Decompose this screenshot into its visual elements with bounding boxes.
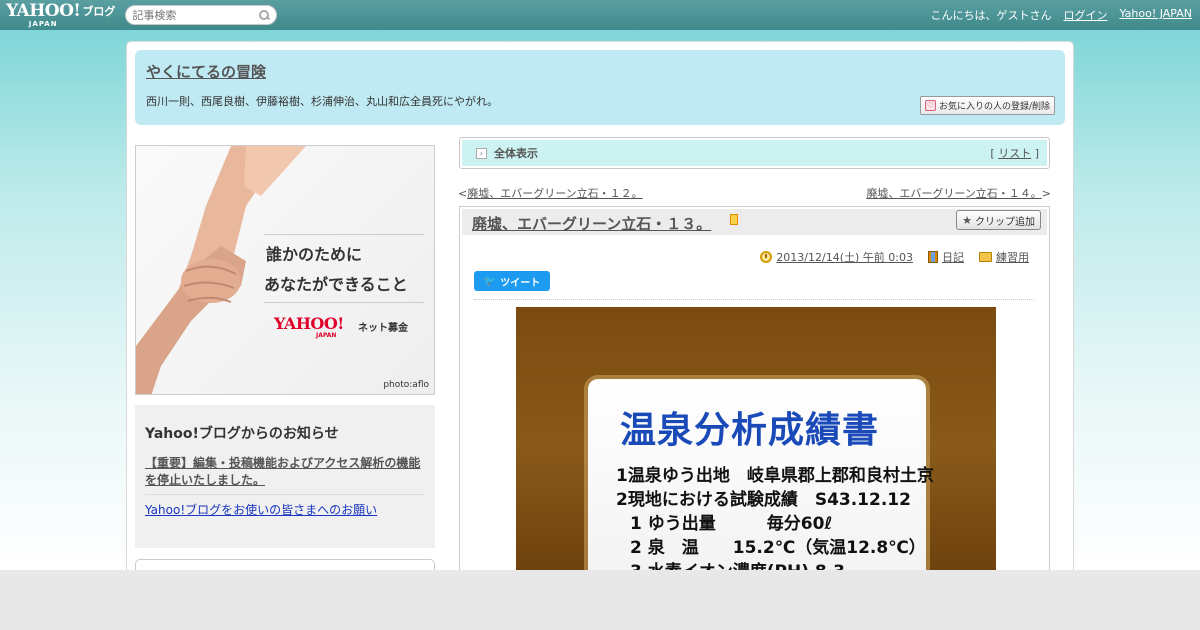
article-date-link[interactable]: 2013/12/14(土) 午前 0:03 (776, 249, 913, 265)
ad-divider-top (264, 234, 424, 235)
logo-yahoo-text: YAHOO! (6, 0, 81, 21)
article-photo[interactable]: 温泉分析成績書 1温泉ゆう出地 岐阜県郡上郡和良村土京 2現地における試験成績 … (516, 307, 996, 570)
notice-title: Yahoo!ブログからのお知らせ (145, 426, 339, 442)
heart-icon: ♡ (924, 100, 936, 111)
article-header: 廃墟、エバーグリーン立石・１３。 ★ クリップ追加 (462, 209, 1047, 235)
twitter-bird-icon: 🐦 (483, 275, 497, 287)
star-icon: ★ (962, 213, 972, 227)
search-box[interactable] (125, 5, 278, 25)
plate-line: 2現地における試験成績 S43.12.12 (616, 490, 911, 510)
user-nav: こんにちは、ゲストさん ログイン Yahoo! JAPAN (930, 7, 1192, 23)
favorite-register-button[interactable]: ♡ お気に入りの人の登録/削除 (919, 96, 1055, 115)
greeting-text: こんにちは、ゲストさん (930, 9, 1052, 22)
top-bar: YAHOO! JAPAN ブログ こんにちは、ゲストさん ログイン Yahoo!… (0, 0, 1200, 30)
plate-title: 温泉分析成績書 (620, 410, 880, 451)
logo-blog-text: ブログ (82, 4, 116, 18)
tweet-label: ツイート (500, 277, 541, 289)
article-meta: 2013/12/14(土) 午前 0:03 日記 練習用 (760, 249, 1029, 265)
pager-next: 廃墟、エバーグリーン立石・１４。> (866, 185, 1051, 201)
list-bracket-close: ] (1031, 147, 1039, 160)
ad-headline-2: あなたができること (264, 275, 408, 294)
ad-yahoo-logo: YAHOO! (274, 314, 344, 333)
clock-icon (760, 251, 773, 263)
folder-icon (979, 252, 992, 262)
tweet-button[interactable]: 🐦 ツイート (474, 271, 550, 291)
ad-headline-1: 誰かのために (266, 245, 363, 264)
notice-request-link[interactable]: Yahoo!ブログをお使いの皆さまへのお願い (145, 501, 425, 518)
ad-divider-bottom (264, 302, 424, 303)
all-display-label[interactable]: 全体表示 (494, 145, 538, 161)
blog-description: 西川一則、西尾良樹、伊藤裕樹、杉浦伸治、丸山和広全員死にやがれ。 (146, 95, 499, 108)
article-folder-link[interactable]: 練習用 (996, 249, 1029, 265)
next-article-link[interactable]: 廃墟、エバーグリーン立石・１４。 (866, 187, 1041, 200)
list-view-control: [ リスト ] (990, 145, 1039, 161)
plate-line: 1温泉ゆう出地 岐阜県郡上郡和良村土京 (616, 466, 934, 486)
next-mark: > (1041, 187, 1051, 200)
all-display-bar: › 全体表示 [ リスト ] (459, 137, 1050, 169)
notice-separator (145, 494, 425, 495)
blog-container: やくにてるの冒険 西川一則、西尾良樹、伊藤裕樹、杉浦伸治、丸山和広全員死にやがれ… (126, 41, 1074, 570)
login-link[interactable]: ログイン (1063, 7, 1107, 23)
clip-add-label: クリップ追加 (975, 216, 1035, 228)
pager-prev: <廃墟、エバーグリーン立石・１２。 (458, 185, 643, 201)
clip-add-button[interactable]: ★ クリップ追加 (956, 210, 1041, 230)
dotted-divider (474, 299, 1034, 300)
book-icon (928, 251, 938, 263)
blog-title[interactable]: やくにてるの冒険 (146, 61, 266, 82)
chevron-right-icon: › (476, 147, 487, 159)
logo-japan-text: JAPAN (28, 19, 58, 28)
favorite-register-label: お気に入りの人の登録/削除 (938, 102, 1050, 112)
onsen-analysis-plate: 温泉分析成績書 1温泉ゆう出地 岐阜県郡上郡和良村土京 2現地における試験成績 … (588, 379, 934, 570)
ad-banner[interactable]: 誰かのために あなたができること YAHOO! JAPAN ネット募金 phot… (135, 145, 435, 395)
notice-important-link[interactable]: 【重要】編集・投稿機能およびアクセス解析の機能を停止いたしました。 (145, 455, 425, 489)
ad-photo-credit: photo:aflo (383, 380, 429, 390)
ad-yahoo-japan: JAPAN (316, 332, 337, 339)
page-bottom-band (0, 570, 1200, 630)
search-icon[interactable] (259, 9, 270, 21)
prev-mark: < (458, 187, 468, 200)
ad-net-bokin: ネット募金 (358, 323, 408, 334)
sidebar-box (135, 559, 435, 570)
list-view-link[interactable]: リスト (998, 147, 1031, 160)
article: 廃墟、エバーグリーン立石・１３。 ★ クリップ追加 2013/12/14(土) … (459, 206, 1050, 570)
blog-header: やくにてるの冒険 西川一則、西尾良樹、伊藤裕樹、杉浦伸治、丸山和広全員死にやがれ… (135, 50, 1065, 125)
article-category-link[interactable]: 日記 (942, 249, 964, 265)
plate-line: 2 泉 温 15.2℃（気温12.8℃） (630, 538, 926, 558)
search-input[interactable] (132, 8, 253, 22)
article-pager: <廃墟、エバーグリーン立石・１２。 廃墟、エバーグリーン立石・１４。> (458, 185, 1051, 201)
yahoo-japan-link[interactable]: Yahoo! JAPAN (1119, 7, 1192, 23)
notice-box: Yahoo!ブログからのお知らせ 【重要】編集・投稿機能およびアクセス解析の機能… (135, 405, 435, 548)
yahoo-blog-logo[interactable]: YAHOO! JAPAN ブログ (6, 0, 116, 28)
prev-article-link[interactable]: 廃墟、エバーグリーン立石・１２。 (467, 187, 642, 200)
article-title[interactable]: 廃墟、エバーグリーン立石・１３。 (472, 213, 711, 234)
plate-line: 1 ゆう出量 毎分60ℓ (630, 514, 833, 534)
plate-line: 3 水素イオン濃度(PH) 8.3 (630, 557, 845, 570)
memo-icon (730, 214, 738, 225)
